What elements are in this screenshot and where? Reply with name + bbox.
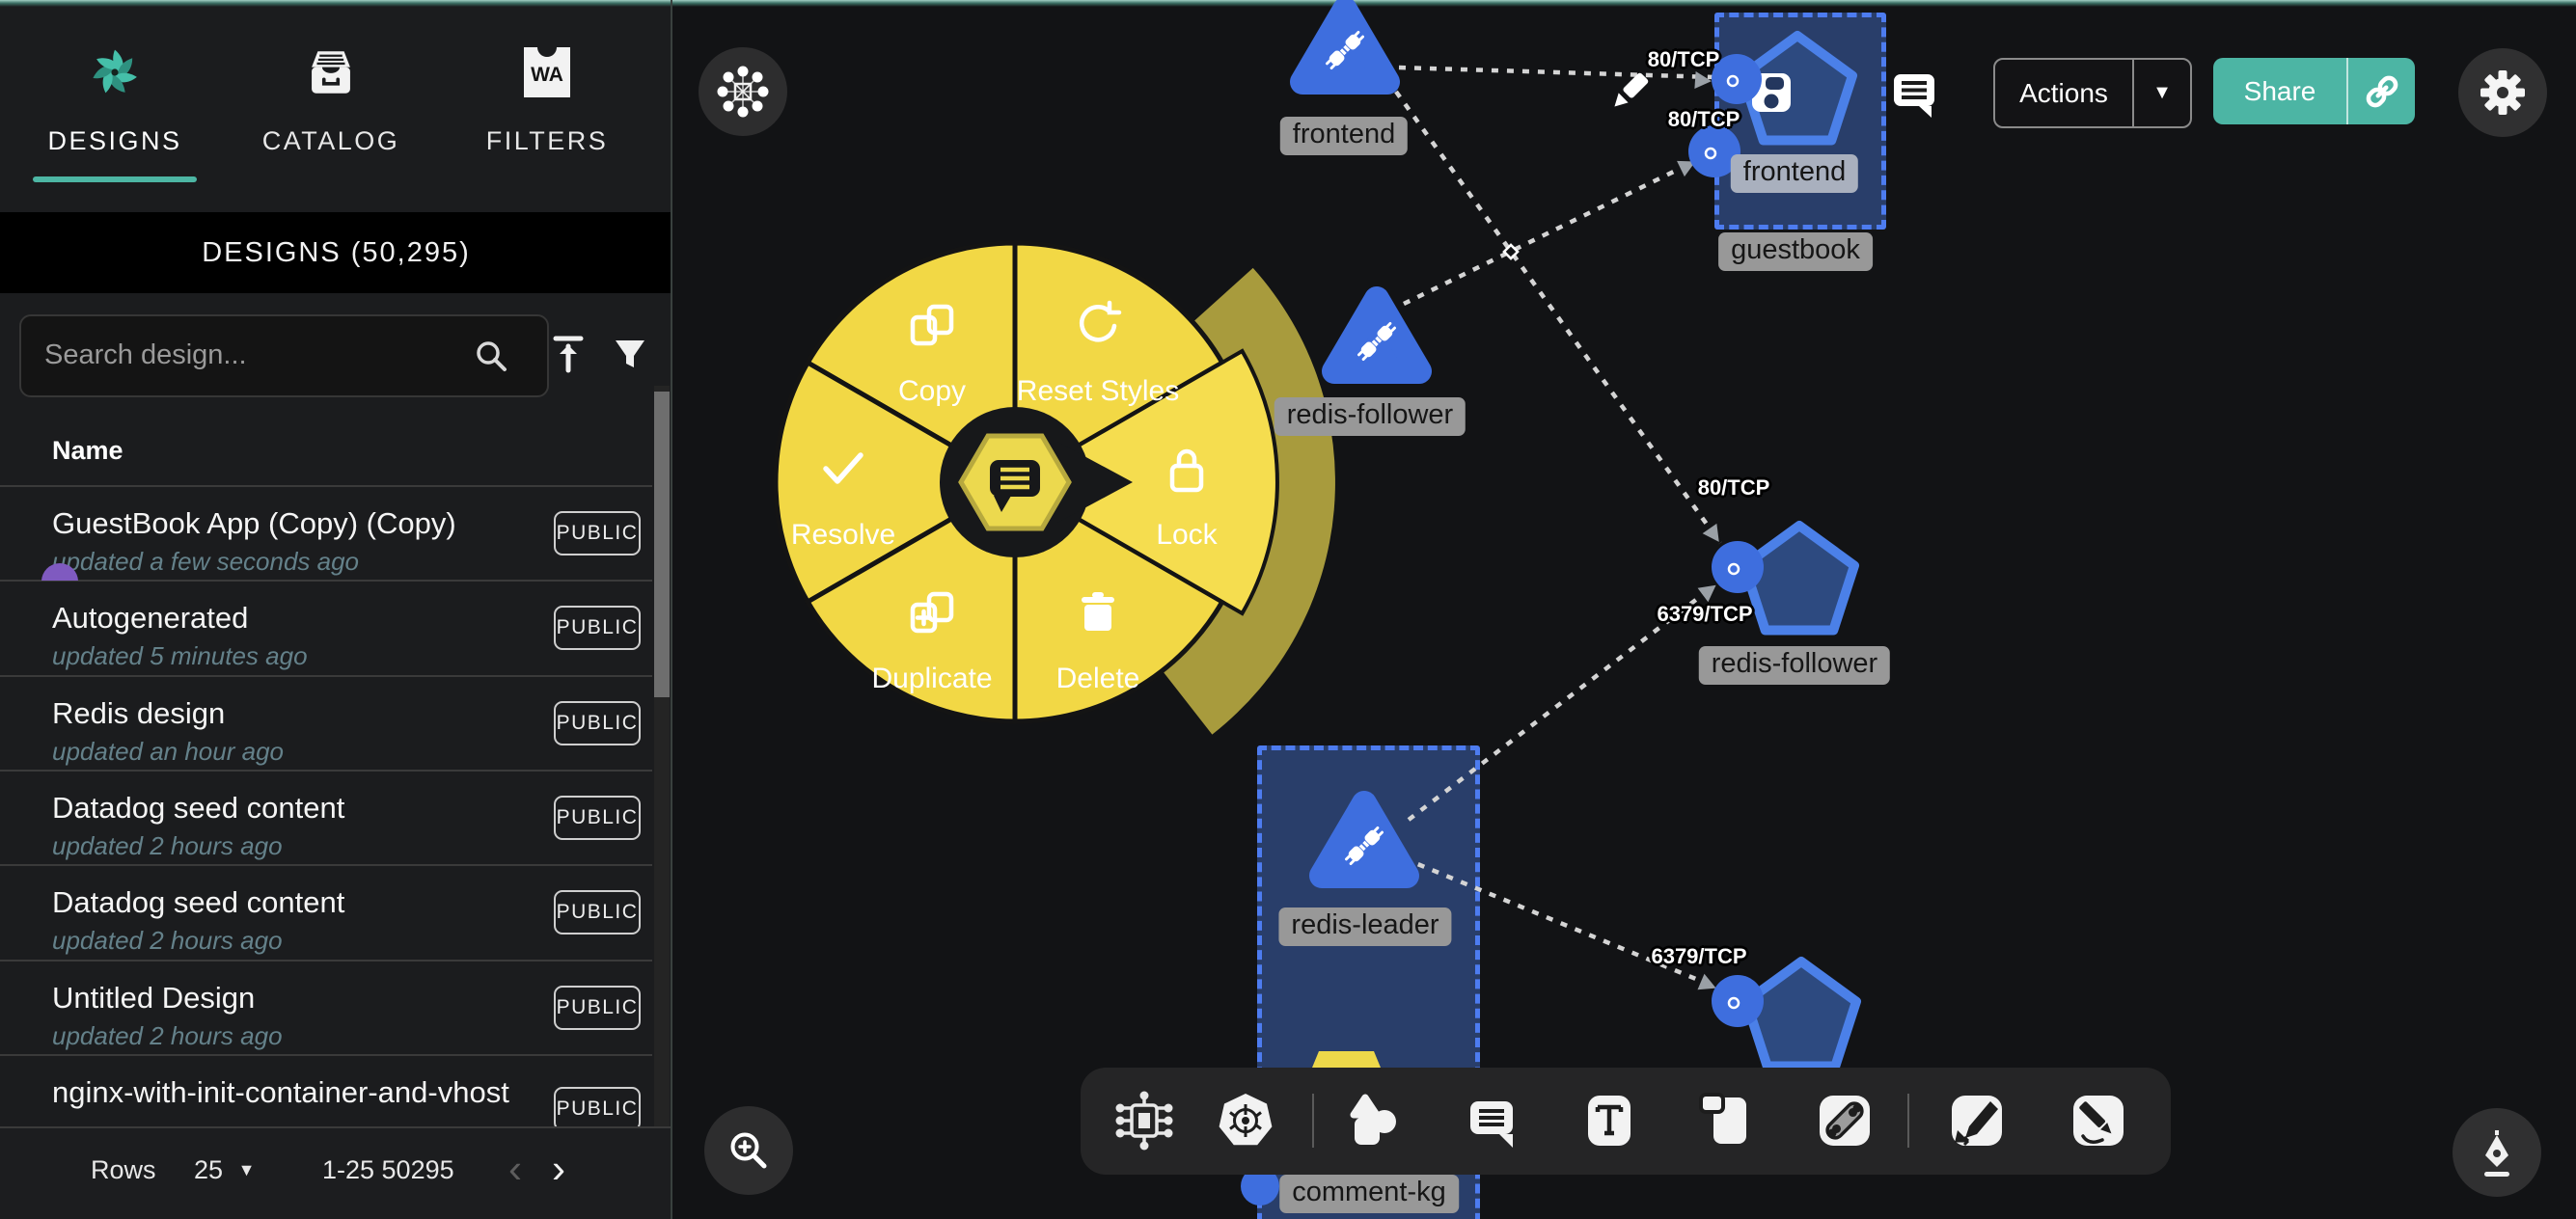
node-redis-follower-service[interactable]: [1334, 299, 1419, 371]
radial-context-menu: Copy Reset Styles Resolve Lock Duplicate…: [776, 243, 1335, 735]
share-button[interactable]: Share: [2213, 58, 2415, 124]
components-tool-icon[interactable]: [1113, 1090, 1175, 1151]
cluster-graph-icon: [716, 65, 770, 119]
toolbar-divider: [1907, 1094, 1909, 1148]
edge-arrowhead: [1703, 524, 1726, 547]
link-tool-icon[interactable]: [1814, 1090, 1876, 1151]
edge-label-6379tcp-1: 6379/TCP: [1657, 602, 1752, 627]
pen-tool-button[interactable]: [2453, 1108, 2541, 1197]
pagination-bar: Rows 25 ▼ 1-25 50295 ‹ ›: [0, 1126, 671, 1219]
node-label-frontend-service: frontend: [1280, 117, 1408, 155]
toolbar-divider: [1312, 1094, 1314, 1148]
node-label-redis-leader-service: redis-leader: [1278, 907, 1451, 946]
edge-label-80tcp-3: 80/TCP: [1698, 475, 1770, 501]
edge-label-80tcp-1: 80/TCP: [1648, 47, 1720, 72]
node-label-frontend-deployment: frontend: [1731, 154, 1858, 193]
port-circles: [1688, 54, 1764, 1027]
zoom-in-button[interactable]: [704, 1106, 793, 1195]
kubernetes-tool-icon[interactable]: [1215, 1090, 1276, 1151]
settings-button[interactable]: [2458, 48, 2547, 137]
radial-label-copy: Copy: [898, 375, 966, 407]
text-tool-icon[interactable]: [1578, 1090, 1640, 1151]
node-redis-leader-service[interactable]: [1322, 803, 1407, 876]
note-tool-icon[interactable]: [1696, 1090, 1758, 1151]
node-label-comment-kg: comment-kg: [1279, 1175, 1459, 1213]
node-bottom-deployment[interactable]: [1746, 962, 1856, 1067]
node-label-redis-follower-service: redis-follower: [1274, 397, 1466, 436]
radial-label-resolve: Resolve: [791, 519, 895, 551]
owner-avatar: [41, 563, 78, 581]
pagination-range: 1-25 50295: [322, 1155, 454, 1185]
actions-label: Actions: [1995, 78, 2132, 109]
group-label-guestbook: guestbook: [1718, 232, 1873, 271]
radial-label-lock: Lock: [1156, 519, 1218, 551]
shapes-tool-icon[interactable]: [1343, 1090, 1405, 1151]
share-label: Share: [2213, 76, 2346, 107]
next-page-icon[interactable]: ›: [552, 1146, 565, 1192]
radial-label-duplicate: Duplicate: [871, 663, 992, 694]
gear-icon: [2475, 65, 2531, 121]
delete-icon: [1082, 592, 1114, 631]
node-label-redis-follower-deployment: redis-follower: [1699, 646, 1890, 685]
edge-pen-tool-icon[interactable]: [1946, 1090, 2008, 1151]
copy-link-icon[interactable]: [2361, 70, 2403, 113]
canvas-toolbar: [1081, 1068, 2171, 1175]
cluster-layout-button[interactable]: [699, 47, 787, 136]
edge-redisfollower-to-guestbook-port2[interactable]: [1404, 163, 1691, 304]
comment-tool-icon[interactable]: [1461, 1090, 1522, 1151]
rows-per-page-select[interactable]: 25 ▼: [194, 1155, 247, 1185]
comment-node-top[interactable]: [1312, 1051, 1381, 1068]
prev-page-icon[interactable]: ‹: [508, 1146, 522, 1192]
edge-label-6379tcp-2: 6379/TCP: [1651, 944, 1746, 969]
sidebar-canvas-divider: [671, 0, 672, 1219]
radial-label-delete: Delete: [1056, 663, 1140, 694]
freehand-pencil-tool-icon[interactable]: [2068, 1090, 2129, 1151]
select-caret-icon: ▼: [238, 1160, 256, 1179]
pen-nib-icon: [2471, 1126, 2523, 1178]
meshery-design-app: DESIGNS CATALOG WA FILTERS: [0, 0, 2576, 1219]
edge-arrowhead: [1694, 71, 1712, 90]
zoom-in-icon: [723, 1124, 775, 1177]
rows-per-page-value: 25: [194, 1155, 223, 1184]
edge-frontend-to-redisfollower-port[interactable]: [1396, 92, 1720, 543]
radial-label-reset-styles: Reset Styles: [1017, 375, 1179, 407]
node-frontend-service[interactable]: [1302, 10, 1387, 82]
actions-button[interactable]: Actions ▼: [1993, 58, 2192, 128]
rows-per-page-label: Rows: [91, 1155, 156, 1185]
edit-pencil-cursor-icon: [1605, 68, 1654, 116]
edge-label-80tcp-2: 80/TCP: [1668, 107, 1740, 132]
comment-indicator-icon[interactable]: [1892, 70, 1936, 119]
actions-dropdown-caret[interactable]: ▼: [2134, 82, 2190, 104]
